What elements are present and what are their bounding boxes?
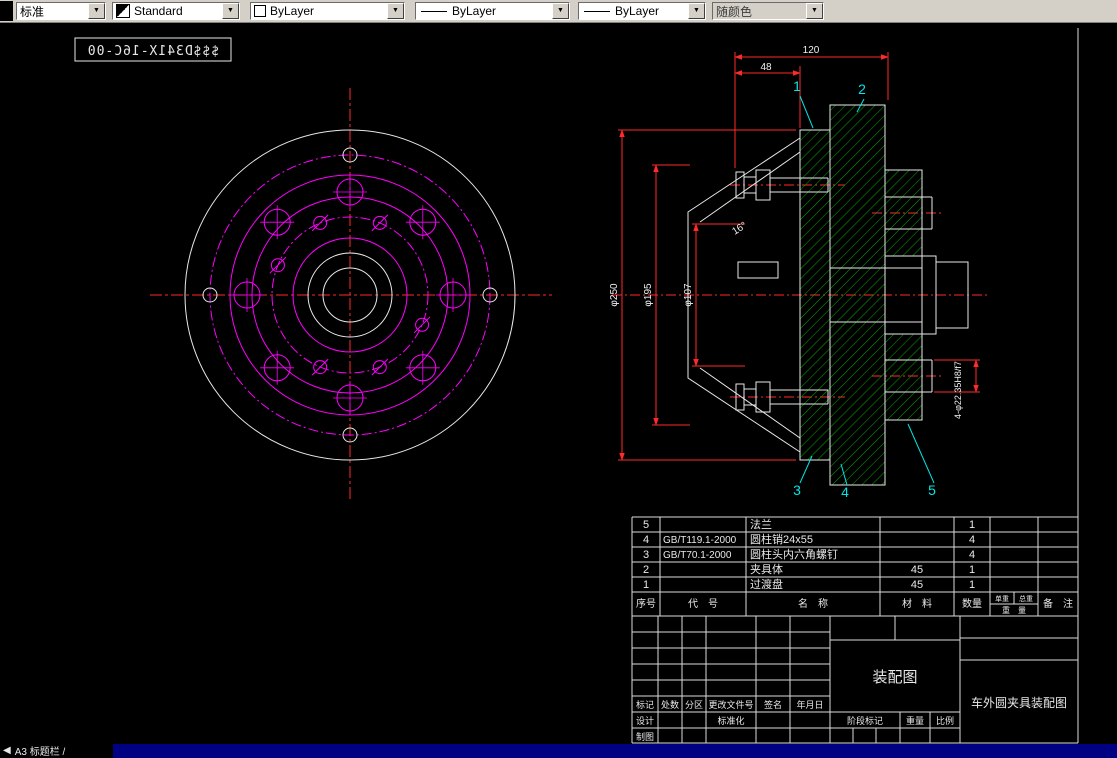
tb-rev-zone: 分区 (685, 700, 703, 710)
tb-standardization: 标准化 (717, 715, 744, 726)
color-swatch-icon (254, 5, 266, 17)
layout-tab-label: A3 标题栏 / (14, 746, 66, 758)
plotstyle-value: 随颜色 (716, 4, 753, 19)
bom-code: GB/T119.1-2000 (663, 535, 737, 546)
chevron-down-icon[interactable]: ▼ (222, 3, 239, 19)
balloon-5: 5 (928, 482, 936, 498)
bom-code: GB/T70.1-2000 (663, 550, 732, 561)
small-label-box (737, 261, 779, 279)
bom-qty: 4 (969, 534, 975, 546)
dim-angle16: 16° (730, 220, 749, 237)
bom-material: 45 (911, 564, 923, 576)
text-style-icon (116, 4, 130, 18)
tb-rev-sign: 签名 (764, 699, 782, 710)
tb-draft: 制图 (636, 731, 654, 742)
dim-style-value: 标准 (20, 4, 45, 19)
chevron-down-icon[interactable]: ▼ (806, 3, 823, 19)
bom-header-remark: 备 注 (1043, 597, 1073, 610)
tb-rev-mark: 标记 (636, 699, 654, 710)
dim-dia107: φ107 (683, 283, 694, 307)
dim-dia195: φ195 (643, 283, 654, 307)
chevron-down-icon[interactable]: ▼ (387, 3, 404, 19)
toolbar-grip-icon[interactable] (0, 1, 13, 21)
bom-header-seq: 序号 (636, 597, 656, 610)
linetype-value: ByLayer (452, 4, 497, 18)
tab-arrow-icon[interactable]: ◀ (3, 745, 11, 756)
bom-material: 45 (911, 579, 923, 591)
toolbar: 标准 ▼ Standard ▼ ByLayer ▼ ByLayer ▼ ByLa… (0, 0, 1117, 23)
chevron-down-icon[interactable]: ▼ (552, 3, 569, 19)
lineweight-value: ByLayer (615, 4, 660, 18)
tb-scale: 比例 (936, 715, 954, 726)
bom-header-weight-unit: 单重 (995, 594, 1009, 603)
linetype-sample-icon (421, 10, 447, 12)
dim-120: 120 (803, 45, 820, 56)
bom-header-weight-total: 总重 (1019, 594, 1033, 603)
plotstyle-combo[interactable]: 随颜色 ▼ (712, 2, 824, 20)
bom-header-code: 代 号 (688, 598, 718, 610)
bom-name: 圆柱头内六角螺钉 (750, 547, 838, 561)
chevron-down-icon[interactable]: ▼ (88, 3, 105, 19)
text-style-value: Standard (134, 4, 183, 18)
tb-rev-count: 处数 (661, 699, 679, 710)
command-bar[interactable] (0, 744, 1117, 758)
balloon-3: 3 (793, 482, 801, 498)
flange-upper-section (884, 169, 923, 257)
dim-style-combo[interactable]: 标准 ▼ (16, 2, 106, 20)
bom-qty: 4 (969, 549, 975, 561)
lineweight-sample-icon (584, 10, 610, 12)
dim-dia250: φ250 (609, 283, 620, 307)
balloon-4: 4 (841, 484, 849, 500)
flange-lower-section (884, 333, 923, 421)
bom-name: 夹具体 (750, 562, 783, 576)
bom-name: 法兰 (750, 517, 772, 531)
tb-design: 设计 (636, 715, 654, 726)
bom-name: 过渡盘 (750, 577, 783, 591)
text-style-combo[interactable]: Standard ▼ (112, 2, 240, 20)
bom-seq: 4 (643, 534, 649, 546)
transition-disk-section (799, 129, 831, 461)
bom-name: 圆柱销24x55 (750, 532, 813, 546)
balloon-1: 1 (793, 78, 801, 94)
bom-qty: 1 (969, 564, 975, 576)
dim-holes-note: 4-φ22.35H8/f7 (953, 361, 963, 419)
tb-rev-date: 年月日 (796, 699, 823, 710)
color-value: ByLayer (270, 4, 315, 18)
bom-header-weight: 重 量 (1002, 605, 1026, 615)
bom-header-material: 材 料 (902, 597, 932, 610)
tb-drawing-type: 装配图 (872, 669, 917, 686)
dimensions: 120 48 φ250 φ195 φ107 16° 4-φ22.35H8/f7 (609, 45, 980, 461)
dim-48: 48 (760, 62, 772, 73)
balloon-2: 2 (858, 81, 866, 97)
tb-drawing-title: 车外圆夹具装配图 (971, 695, 1067, 710)
mirrored-label: $$$D341X-16C-00 (74, 37, 232, 62)
section-view (612, 104, 988, 486)
drawing-canvas[interactable]: $$$D341X-16C-00 120 48 φ250 φ195 φ107 16… (0, 0, 1117, 758)
fixture-body-section (829, 104, 886, 486)
layout-tab-a3[interactable]: ◀ A3 标题栏 / (0, 742, 113, 758)
bom-seq: 5 (643, 519, 649, 531)
bom-qty: 1 (969, 519, 975, 531)
bom-header-name: 名 称 (798, 597, 828, 610)
front-view (150, 88, 552, 502)
linetype-combo[interactable]: ByLayer ▼ (415, 2, 570, 20)
tb-stage-mark: 阶段标记 (847, 715, 883, 726)
bom-seq: 3 (643, 549, 649, 561)
bom-header-qty: 数量 (962, 597, 982, 610)
tb-rev-docno: 更改文件号 (708, 699, 753, 710)
color-combo[interactable]: ByLayer ▼ (250, 2, 405, 20)
bom-qty: 1 (969, 579, 975, 591)
bom-seq: 2 (643, 564, 649, 576)
tb-weight: 重量 (906, 715, 924, 726)
lineweight-combo[interactable]: ByLayer ▼ (578, 2, 706, 20)
chevron-down-icon[interactable]: ▼ (688, 3, 705, 19)
bom-seq: 1 (643, 579, 649, 591)
part-number-text: $$$D341X-16C-00 (87, 44, 219, 59)
